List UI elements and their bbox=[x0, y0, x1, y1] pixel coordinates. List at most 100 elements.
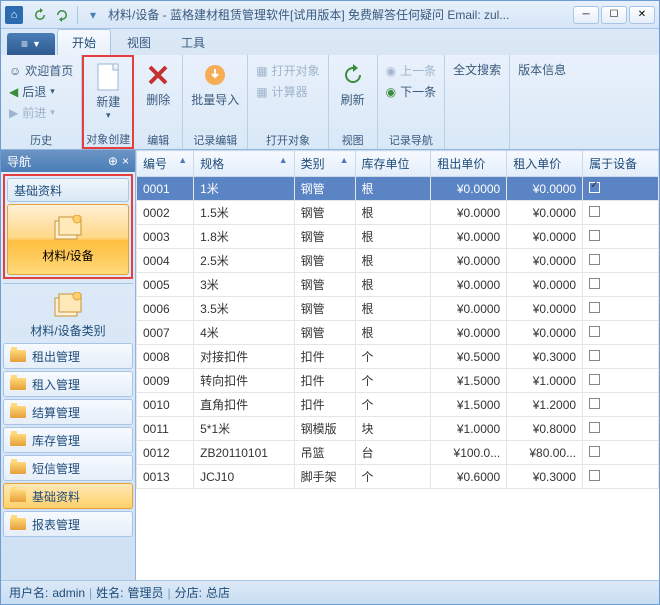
home-button[interactable]: ☺欢迎首页 bbox=[7, 61, 75, 80]
maximize-button[interactable]: ☐ bbox=[601, 6, 627, 24]
folder-icon bbox=[10, 462, 26, 474]
column-header[interactable]: 库存单位 bbox=[355, 151, 431, 177]
checkbox[interactable] bbox=[589, 446, 600, 457]
open-object-button[interactable]: ▦打开对象 bbox=[254, 61, 321, 80]
version-button[interactable]: 版本信息 bbox=[512, 59, 572, 80]
folder-icon bbox=[10, 378, 26, 390]
pin-icon[interactable]: ⊕ bbox=[108, 154, 118, 168]
table-row[interactable]: 00074米钢管根¥0.0000¥0.0000 bbox=[137, 321, 659, 345]
column-header[interactable]: 编号▲ bbox=[137, 151, 194, 177]
up-icon: ◉ bbox=[386, 64, 396, 78]
column-header[interactable]: 租入单价 bbox=[507, 151, 583, 177]
prev-record-button[interactable]: ◉上一条 bbox=[384, 61, 439, 80]
table-row[interactable]: 00063.5米钢管根¥0.0000¥0.0000 bbox=[137, 297, 659, 321]
sidebar-item-material[interactable]: 材料/设备 bbox=[7, 204, 129, 275]
forward-button[interactable]: ▶前进▾ bbox=[7, 103, 75, 122]
back-button[interactable]: ◀后退▾ bbox=[7, 82, 75, 101]
sidebar-item[interactable]: 报表管理 bbox=[3, 511, 133, 537]
table-row[interactable]: 0013JCJ10脚手架个¥0.6000¥0.3000 bbox=[137, 465, 659, 489]
column-header[interactable]: 规格▲ bbox=[194, 151, 295, 177]
window-title: 材料/设备 - 蓝格建材租赁管理软件[试用版本] 免费解答任何疑问 Email:… bbox=[104, 6, 573, 23]
import-icon bbox=[201, 61, 229, 89]
table-row[interactable]: 0010直角扣件扣件个¥1.5000¥1.2000 bbox=[137, 393, 659, 417]
checkbox[interactable] bbox=[589, 182, 600, 193]
checkbox[interactable] bbox=[589, 350, 600, 361]
sidebar: 导航 ⊕× 基础资料 材料/设备 材料/设备类别 租出管理租入管理结算管理库存管… bbox=[1, 150, 136, 580]
group-recedit: 记录编辑 bbox=[193, 131, 237, 149]
new-button[interactable]: 新建▾ bbox=[86, 61, 130, 123]
sidebar-item[interactable]: 短信管理 bbox=[3, 455, 133, 481]
back-icon: ◀ bbox=[9, 85, 18, 99]
folder-icon bbox=[10, 350, 26, 362]
sidebar-item[interactable]: 基础资料 bbox=[3, 483, 133, 509]
column-header[interactable]: 属于设备 bbox=[583, 151, 659, 177]
sidebar-item[interactable]: 结算管理 bbox=[3, 399, 133, 425]
sidebar-section-basic[interactable]: 基础资料 bbox=[7, 178, 129, 202]
tab-start[interactable]: 开始 bbox=[57, 29, 111, 55]
group-create: 对象创建 bbox=[86, 130, 130, 147]
table-row[interactable]: 00031.8米钢管根¥0.0000¥0.0000 bbox=[137, 225, 659, 249]
search-button[interactable]: 全文搜索 bbox=[447, 59, 507, 80]
batch-import-button[interactable]: 批量导入 bbox=[185, 59, 245, 110]
table-row[interactable]: 00011米钢管根¥0.0000¥0.0000 bbox=[137, 177, 659, 201]
delete-button[interactable]: 删除 bbox=[136, 59, 180, 110]
checkbox[interactable] bbox=[589, 422, 600, 433]
checkbox[interactable] bbox=[589, 398, 600, 409]
chevron-down-icon: ▾ bbox=[106, 110, 111, 121]
qat-dropdown-icon[interactable]: ▾ bbox=[83, 5, 103, 25]
folder-icon bbox=[10, 406, 26, 418]
table-row[interactable]: 00115*1米钢模版块¥1.0000¥0.8000 bbox=[137, 417, 659, 441]
column-header[interactable]: 类别▲ bbox=[294, 151, 355, 177]
close-button[interactable]: ✕ bbox=[629, 6, 655, 24]
data-grid[interactable]: 编号▲规格▲类别▲库存单位租出单价租入单价属于设备 00011米钢管根¥0.00… bbox=[136, 150, 659, 580]
group-view: 视图 bbox=[342, 131, 364, 149]
checkbox[interactable] bbox=[589, 326, 600, 337]
table-row[interactable]: 0009转向扣件扣件个¥1.5000¥1.0000 bbox=[137, 369, 659, 393]
chevron-down-icon: ▾ bbox=[50, 86, 55, 97]
sidebar-item[interactable]: 库存管理 bbox=[3, 427, 133, 453]
sidebar-item[interactable]: 租出管理 bbox=[3, 343, 133, 369]
file-menu-button[interactable]: ≡▼ bbox=[7, 33, 55, 55]
calculator-button[interactable]: ▦计算器 bbox=[254, 82, 321, 101]
checkbox[interactable] bbox=[589, 278, 600, 289]
checkbox[interactable] bbox=[589, 470, 600, 481]
list-icon: ≡ bbox=[21, 37, 28, 51]
tab-tools[interactable]: 工具 bbox=[167, 30, 219, 55]
checkbox[interactable] bbox=[589, 206, 600, 217]
table-row[interactable]: 00042.5米钢管根¥0.0000¥0.0000 bbox=[137, 249, 659, 273]
table-row[interactable]: 00021.5米钢管根¥0.0000¥0.0000 bbox=[137, 201, 659, 225]
table-row[interactable]: 00053米钢管根¥0.0000¥0.0000 bbox=[137, 273, 659, 297]
minimize-button[interactable]: ─ bbox=[573, 6, 599, 24]
folder-icon bbox=[10, 518, 26, 530]
sidebar-header: 导航 ⊕× bbox=[1, 150, 135, 172]
sidebar-item-material-category[interactable]: 材料/设备类别 bbox=[3, 283, 133, 341]
column-header[interactable]: 租出单价 bbox=[431, 151, 507, 177]
open-icon: ▦ bbox=[256, 64, 267, 78]
next-record-button[interactable]: ◉下一条 bbox=[384, 82, 439, 101]
app-icon: ⌂ bbox=[5, 6, 23, 24]
checkbox[interactable] bbox=[589, 374, 600, 385]
home-icon: ☺ bbox=[9, 64, 21, 78]
table-row[interactable]: 0012ZB20110101吊篮台¥100.0...¥80.00... bbox=[137, 441, 659, 465]
material-icon bbox=[53, 215, 83, 241]
group-open: 打开对象 bbox=[266, 131, 310, 149]
close-panel-icon[interactable]: × bbox=[122, 154, 129, 168]
tab-view[interactable]: 视图 bbox=[113, 30, 165, 55]
group-edit: 编辑 bbox=[147, 131, 169, 149]
checkbox[interactable] bbox=[589, 254, 600, 265]
folder-icon bbox=[10, 490, 26, 502]
down-icon: ◉ bbox=[386, 85, 396, 99]
sidebar-item[interactable]: 租入管理 bbox=[3, 371, 133, 397]
qat-refresh-icon[interactable] bbox=[30, 5, 50, 25]
statusbar: 用户名: admin | 姓名: 管理员 | 分店: 总店 bbox=[1, 580, 659, 604]
table-row[interactable]: 0008对接扣件扣件个¥0.5000¥0.3000 bbox=[137, 345, 659, 369]
ribbon: ≡▼ 开始 视图 工具 ☺欢迎首页 ◀后退▾ ▶前进▾ 历史 新建▾ 对象创建 bbox=[1, 29, 659, 150]
chevron-down-icon: ▼ bbox=[32, 39, 41, 49]
checkbox[interactable] bbox=[589, 230, 600, 241]
delete-icon bbox=[144, 61, 172, 89]
checkbox[interactable] bbox=[589, 302, 600, 313]
qat-refresh2-icon[interactable] bbox=[52, 5, 72, 25]
new-icon bbox=[94, 63, 122, 91]
forward-icon: ▶ bbox=[9, 106, 18, 120]
refresh-button[interactable]: 刷新 bbox=[331, 59, 375, 110]
